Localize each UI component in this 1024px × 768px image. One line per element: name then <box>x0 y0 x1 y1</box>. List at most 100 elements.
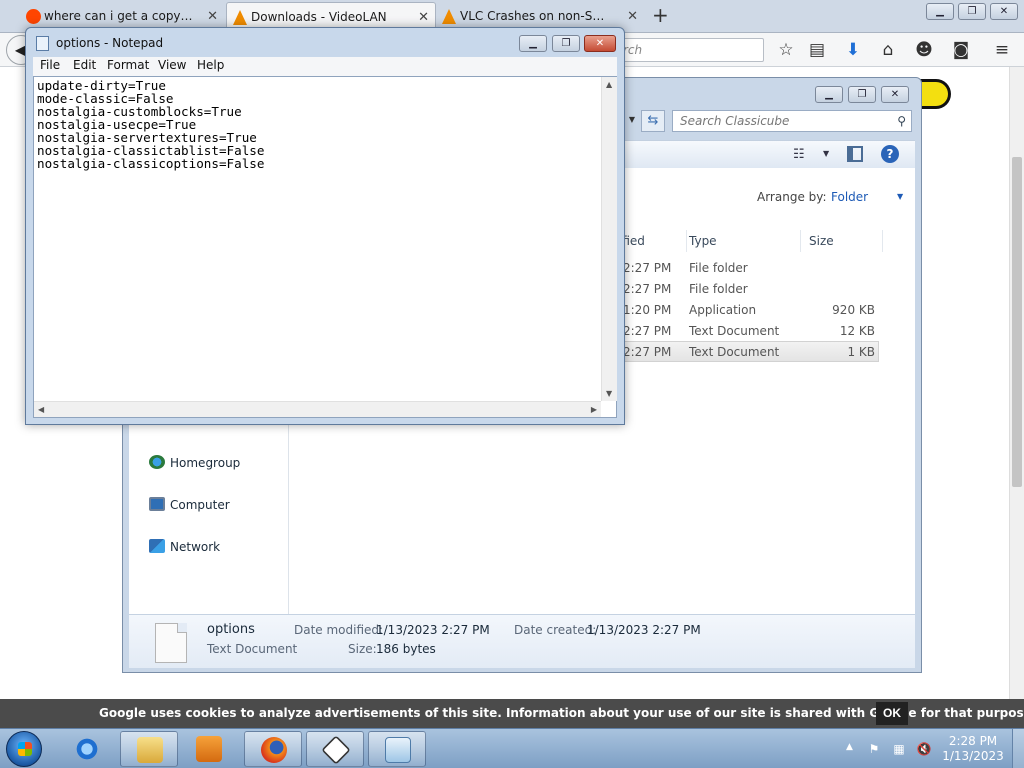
file-row[interactable]: 2:27 PM Text Document 12 KB <box>593 321 879 342</box>
file-type: Application <box>689 303 757 317</box>
navigation-pane: Homegroup Computer Network <box>129 408 289 614</box>
show-hidden-icons-icon[interactable]: ▲ <box>846 742 853 752</box>
action-center-icon[interactable]: ⚑ <box>866 741 882 757</box>
internet-explorer-icon <box>74 736 100 762</box>
preview-pane-icon[interactable] <box>847 146 863 162</box>
taskbar-internet-explorer[interactable] <box>58 731 116 767</box>
chevron-down-icon[interactable]: ▼ <box>823 149 829 158</box>
file-row[interactable]: 2:27 PM File folder <box>593 258 879 279</box>
restore-icon[interactable]: ❐ <box>848 86 876 103</box>
bookmark-star-icon[interactable]: ☆ <box>775 39 797 61</box>
restore-icon[interactable]: ❐ <box>958 3 986 20</box>
file-type: File folder <box>689 282 748 296</box>
text-line: nostalgia-classicoptions=False <box>37 156 265 171</box>
vertical-scrollbar[interactable]: ▲ ▼ <box>601 77 617 401</box>
restore-icon[interactable]: ❐ <box>552 35 580 52</box>
chevron-down-icon[interactable]: ▼ <box>897 192 903 201</box>
minimize-icon[interactable]: ▁ <box>815 86 843 103</box>
horizontal-scrollbar[interactable]: ◀ ▶ <box>34 401 601 417</box>
cookie-ok-button[interactable]: OK <box>876 702 908 725</box>
taskbar: ▲ ⚑ ▦ 🔇 2:28 PM 1/13/2023 <box>0 728 1024 768</box>
scroll-left-icon[interactable]: ◀ <box>38 405 44 414</box>
details-pane: options Text Document Date modified: 1/1… <box>129 614 915 668</box>
folder-icon <box>137 737 163 763</box>
media-player-icon <box>196 736 222 762</box>
nav-item-computer[interactable]: Computer <box>149 496 230 514</box>
scroll-down-icon[interactable]: ▼ <box>606 389 612 398</box>
notepad-icon <box>385 737 411 763</box>
notepad-icon <box>36 36 49 51</box>
nav-item-label: Computer <box>170 498 230 512</box>
menu-edit[interactable]: Edit <box>73 58 96 72</box>
close-icon[interactable]: ✕ <box>881 86 909 103</box>
refresh-icon[interactable]: ⇆ <box>641 110 665 132</box>
new-tab-button[interactable]: + <box>652 4 669 26</box>
taskbar-notepad[interactable] <box>368 731 426 767</box>
close-tab-icon[interactable]: ✕ <box>627 2 638 31</box>
file-type: File folder <box>689 261 748 275</box>
nav-item-network[interactable]: Network <box>149 538 220 556</box>
text-document-icon <box>155 623 187 663</box>
cookie-banner: Google uses cookies to analyze advertise… <box>0 699 1024 729</box>
reading-list-icon[interactable]: ▤ <box>806 39 828 61</box>
taskbar-explorer[interactable] <box>120 731 178 767</box>
download-icon[interactable]: ⬇ <box>842 39 864 61</box>
firefox-icon <box>261 737 287 763</box>
file-row[interactable]: 2:27 PM File folder <box>593 279 879 300</box>
arrange-by-dropdown[interactable]: Folder <box>831 190 868 204</box>
address-dropdown-icon[interactable]: ▼ <box>625 110 639 132</box>
close-icon[interactable]: ✕ <box>990 3 1018 20</box>
vlc-icon <box>233 10 247 25</box>
notepad-window: options - Notepad ▁ ❐ ✕ File Edit Format… <box>25 27 625 425</box>
system-clock[interactable]: 2:28 PM 1/13/2023 <box>942 734 1004 764</box>
view-options-icon[interactable]: ☷ <box>793 147 805 162</box>
date-created-value: 1/13/2023 2:27 PM <box>587 623 701 637</box>
search-placeholder: rch <box>623 43 643 57</box>
search-icon[interactable]: ⚲ <box>897 111 906 131</box>
clock-date: 1/13/2023 <box>942 749 1004 763</box>
nav-item-homegroup[interactable]: Homegroup <box>149 454 240 472</box>
menu-view[interactable]: View <box>158 58 186 72</box>
file-type: Text Document <box>689 345 780 359</box>
column-size[interactable]: Size <box>803 230 883 252</box>
scroll-right-icon[interactable]: ▶ <box>591 405 597 414</box>
hamburger-menu-icon[interactable]: ≡ <box>991 39 1013 61</box>
taskbar-media-player[interactable] <box>180 731 238 767</box>
show-desktop-button[interactable] <box>1012 729 1024 768</box>
minimize-icon[interactable]: ▁ <box>926 3 954 20</box>
reddit-icon <box>26 9 41 24</box>
file-size: 12 KB <box>839 324 875 338</box>
size-value: 186 bytes <box>376 642 436 656</box>
help-icon[interactable]: ? <box>881 145 899 163</box>
taskbar-classicube[interactable] <box>306 731 364 767</box>
nav-item-label: Homegroup <box>170 456 241 470</box>
menu-help[interactable]: Help <box>197 58 224 72</box>
emoji-icon[interactable]: ☻ <box>913 39 935 61</box>
file-row-selected[interactable]: 2:27 PM Text Document 1 KB <box>593 341 879 362</box>
explorer-search-input[interactable]: Search Classicube ⚲ <box>672 110 912 132</box>
date-modified-label: Date modified: <box>294 623 384 637</box>
nav-item-label: Network <box>170 540 221 554</box>
volume-muted-icon[interactable]: 🔇 <box>916 741 932 757</box>
scroll-up-icon[interactable]: ▲ <box>606 80 612 89</box>
scroll-thumb[interactable] <box>1012 157 1022 487</box>
minimize-icon[interactable]: ▁ <box>519 35 547 52</box>
file-row[interactable]: 1:20 PM Application 920 KB <box>593 300 879 321</box>
date-created-label: Date created: <box>514 623 597 637</box>
notepad-text-area[interactable]: update-dirty=True mode-classic=False nos… <box>33 76 617 418</box>
pocket-icon[interactable]: ◙ <box>950 39 972 61</box>
close-icon[interactable]: ✕ <box>584 35 616 52</box>
file-modified: 2:27 PM <box>623 345 672 359</box>
taskbar-firefox[interactable] <box>244 731 302 767</box>
menu-format[interactable]: Format <box>107 58 149 72</box>
page-scrollbar[interactable] <box>1009 67 1024 700</box>
menu-file[interactable]: File <box>40 58 60 72</box>
home-icon[interactable]: ⌂ <box>877 39 899 61</box>
file-modified: 2:27 PM <box>623 261 672 275</box>
details-file-type: Text Document <box>207 642 298 656</box>
start-button[interactable] <box>6 731 42 767</box>
network-tray-icon[interactable]: ▦ <box>891 741 907 757</box>
column-type[interactable]: Type <box>683 230 801 252</box>
search-placeholder: Search Classicube <box>680 114 790 128</box>
details-file-name: options <box>207 622 255 637</box>
